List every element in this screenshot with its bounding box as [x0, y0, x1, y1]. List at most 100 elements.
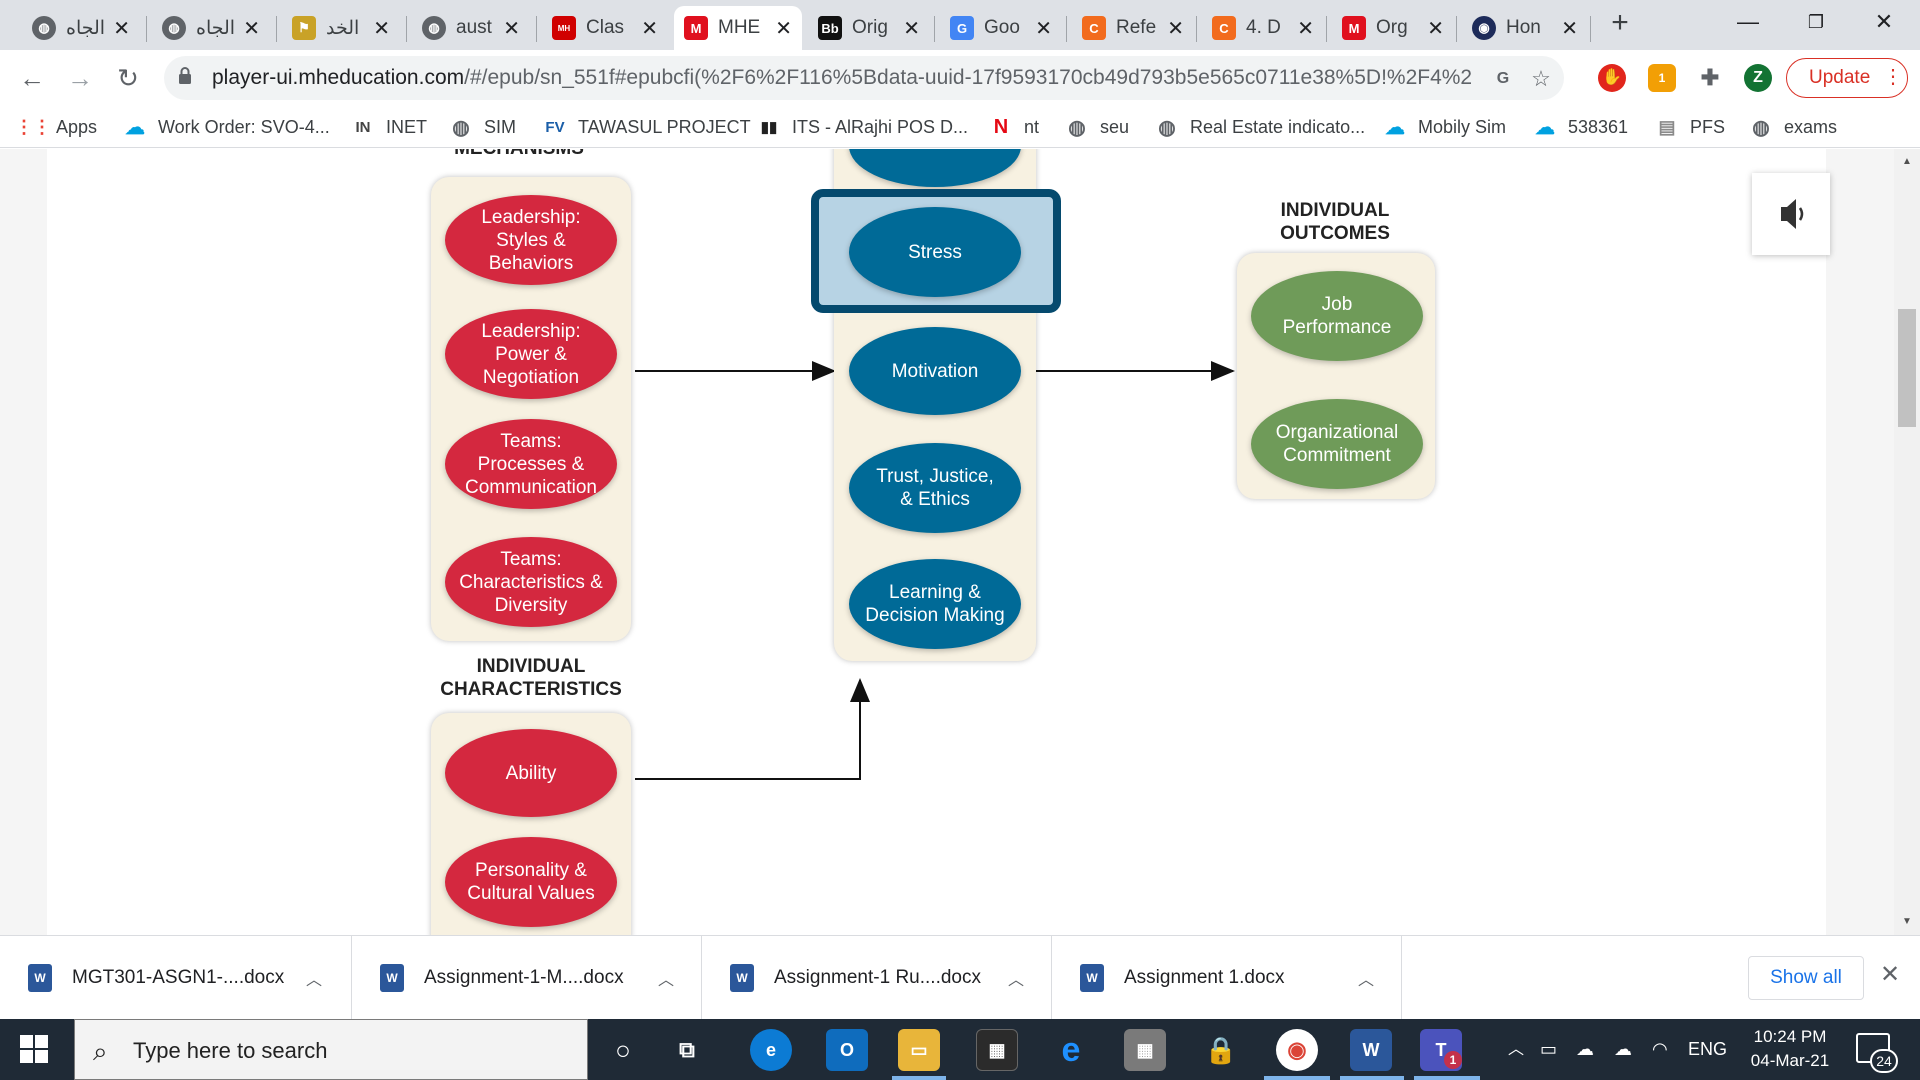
bookmark-work-order[interactable]: ☁ Work Order: SVO-4...	[124, 114, 330, 140]
close-icon[interactable]: ✕	[1561, 16, 1578, 41]
chevron-up-icon[interactable]: ︿	[1358, 966, 1374, 990]
battery-icon[interactable]: ▭	[1540, 1019, 1557, 1080]
profile-avatar[interactable]: Z	[1744, 64, 1772, 92]
scroll-up-arrow-icon[interactable]: ▲	[1898, 153, 1916, 171]
minimize-icon[interactable]: —	[1718, 6, 1778, 38]
back-arrow-icon[interactable]: ←	[12, 58, 52, 98]
word-icon[interactable]: W	[1350, 1029, 1392, 1071]
internet-explorer-icon[interactable]: e	[1050, 1029, 1092, 1071]
tab-7[interactable]: Bb Orig ✕	[808, 6, 930, 50]
close-icon[interactable]: ✕	[113, 16, 130, 41]
language-indicator[interactable]: ENG	[1688, 1019, 1727, 1080]
wifi-icon[interactable]: ◠	[1652, 1019, 1668, 1080]
close-icon[interactable]: ✕	[1167, 16, 1184, 41]
download-item[interactable]: W Assignment-1 Ru....docx ︿	[702, 936, 1052, 1020]
leadership-styles-ellipse[interactable]: Leadership: Styles & Behaviors	[445, 195, 617, 285]
new-tab-plus-icon[interactable]: +	[1604, 8, 1636, 40]
chevron-up-icon[interactable]: ︿	[658, 966, 674, 990]
tab-1[interactable]: ◍ الجاه ✕	[22, 6, 140, 50]
download-item[interactable]: W MGT301-ASGN1-....docx ︿	[0, 936, 352, 1020]
file-explorer-icon[interactable]: ▭	[898, 1029, 940, 1071]
close-icon[interactable]: ✕	[373, 16, 390, 41]
update-button[interactable]: Update ⋮	[1786, 58, 1908, 98]
windows-start-icon[interactable]	[20, 1035, 48, 1063]
tab-8[interactable]: G Goo ✕	[940, 6, 1062, 50]
organizational-commitment-ellipse[interactable]: Organizational Commitment	[1251, 399, 1423, 489]
restore-icon[interactable]: ❐	[1786, 6, 1846, 38]
reload-icon[interactable]: ↻	[108, 58, 148, 98]
tab-11[interactable]: M Org ✕	[1332, 6, 1454, 50]
close-icon[interactable]: ✕	[641, 16, 658, 41]
download-item[interactable]: W Assignment-1-M....docx ︿	[352, 936, 702, 1020]
download-item[interactable]: W Assignment 1.docx ︿	[1052, 936, 1402, 1020]
taskbar-clock[interactable]: 10:24 PM 04-Mar-21	[1734, 1025, 1846, 1073]
chevron-up-icon[interactable]: ︿	[306, 966, 322, 990]
bookmark-sim[interactable]: ◍ SIM	[450, 114, 516, 140]
teams-characteristics-ellipse[interactable]: Teams: Characteristics & Diversity	[445, 537, 617, 627]
close-icon[interactable]: ✕	[243, 16, 260, 41]
tab-5[interactable]: MH Clas ✕	[542, 6, 668, 50]
tab-12[interactable]: ◉ Hon ✕	[1462, 6, 1588, 50]
bookmark-inet[interactable]: IN INET	[352, 114, 428, 140]
bookmark-nt[interactable]: N nt	[990, 114, 1039, 140]
show-all-button[interactable]: Show all	[1748, 956, 1864, 1000]
close-downloads-icon[interactable]: ✕	[1880, 960, 1900, 989]
scroll-down-arrow-icon[interactable]: ▼	[1898, 913, 1916, 931]
puzzle-extensions-icon[interactable]: ✚	[1696, 64, 1724, 92]
tab-2[interactable]: ◍ الجاه ✕	[152, 6, 270, 50]
bookmark-its-alrajhi[interactable]: ▮▮ ITS - AlRajhi POS D...	[758, 114, 968, 140]
close-icon[interactable]: ✕	[775, 16, 792, 41]
leadership-power-ellipse[interactable]: Leadership: Power & Negotiation	[445, 309, 617, 399]
tab-3[interactable]: ⚑ الخد ✕	[282, 6, 400, 50]
job-performance-ellipse[interactable]: Job Performance	[1251, 271, 1423, 361]
stress-ellipse[interactable]: Stress	[849, 207, 1021, 297]
tab-4[interactable]: ◍ aust ✕	[412, 6, 530, 50]
scrollbar-track[interactable]	[1894, 149, 1920, 935]
bookmark-exams[interactable]: ◍ exams	[1750, 114, 1837, 140]
tab-6-active[interactable]: M MHE ✕	[674, 6, 802, 50]
chevron-up-icon[interactable]: ︿	[1008, 966, 1024, 990]
teams-processes-ellipse[interactable]: Teams: Processes & Communication	[445, 419, 617, 509]
adblock-extension-icon[interactable]: ✋	[1598, 64, 1626, 92]
bookmark-real-estate[interactable]: ◍ Real Estate indicato...	[1156, 114, 1365, 140]
tab-10[interactable]: C 4. D ✕	[1202, 6, 1324, 50]
teams-icon[interactable]: T 1	[1420, 1029, 1462, 1071]
task-view-icon[interactable]: ⧉	[666, 1029, 708, 1071]
bookmark-mobily-sim[interactable]: ☁ Mobily Sim	[1384, 114, 1506, 140]
store-icon[interactable]: ▦	[976, 1029, 1018, 1071]
window-close-icon[interactable]: ✕	[1854, 6, 1914, 38]
motivation-ellipse[interactable]: Motivation	[849, 327, 1021, 415]
bookmark-apps[interactable]: ⋮⋮ Apps	[15, 114, 97, 140]
extension-orange-icon[interactable]: 1	[1648, 64, 1676, 92]
star-bookmark-icon[interactable]: ☆	[1528, 66, 1554, 92]
close-icon[interactable]: ✕	[1427, 16, 1444, 41]
vpn-lock-icon[interactable]: 🔒	[1200, 1029, 1242, 1071]
scrollbar-thumb[interactable]	[1898, 309, 1916, 427]
bookmark-pfs[interactable]: ▤ PFS	[1656, 114, 1725, 140]
outlook-icon[interactable]: O	[826, 1029, 868, 1071]
personality-ellipse[interactable]: Personality & Cultural Values	[445, 837, 617, 927]
forward-arrow-icon[interactable]: →	[60, 58, 100, 98]
learning-decision-ellipse[interactable]: Learning & Decision Making	[849, 559, 1021, 649]
ability-ellipse[interactable]: Ability	[445, 729, 617, 817]
onedrive-icon[interactable]: ☁	[1576, 1019, 1594, 1080]
audio-button[interactable]	[1752, 173, 1830, 255]
close-icon[interactable]: ✕	[903, 16, 920, 41]
kebab-menu-icon[interactable]: ⋮	[1883, 59, 1903, 96]
close-icon[interactable]: ✕	[1035, 16, 1052, 41]
translate-icon[interactable]: G	[1490, 66, 1516, 92]
calculator-icon[interactable]: ▦	[1124, 1029, 1166, 1071]
tray-chevron-icon[interactable]: ︿	[1508, 1019, 1524, 1080]
bookmark-538361[interactable]: ☁ 538361	[1534, 114, 1628, 140]
bookmark-tawasul[interactable]: FV TAWASUL PROJECT	[544, 114, 750, 140]
trust-justice-ethics-ellipse[interactable]: Trust, Justice, & Ethics	[849, 443, 1021, 533]
taskbar-search-box[interactable]: ⌕ Type here to search	[74, 1019, 588, 1080]
address-bar[interactable]: player-ui.mheducation.com/#/epub/sn_551f…	[164, 56, 1564, 100]
close-icon[interactable]: ✕	[1297, 16, 1314, 41]
close-icon[interactable]: ✕	[503, 16, 520, 41]
cortana-icon[interactable]: ○	[602, 1029, 644, 1071]
chrome-icon[interactable]: ◉	[1276, 1029, 1318, 1071]
tab-9[interactable]: C Refe ✕	[1072, 6, 1194, 50]
edge-icon[interactable]: e	[750, 1029, 792, 1071]
onedrive-personal-icon[interactable]: ☁	[1614, 1019, 1632, 1080]
